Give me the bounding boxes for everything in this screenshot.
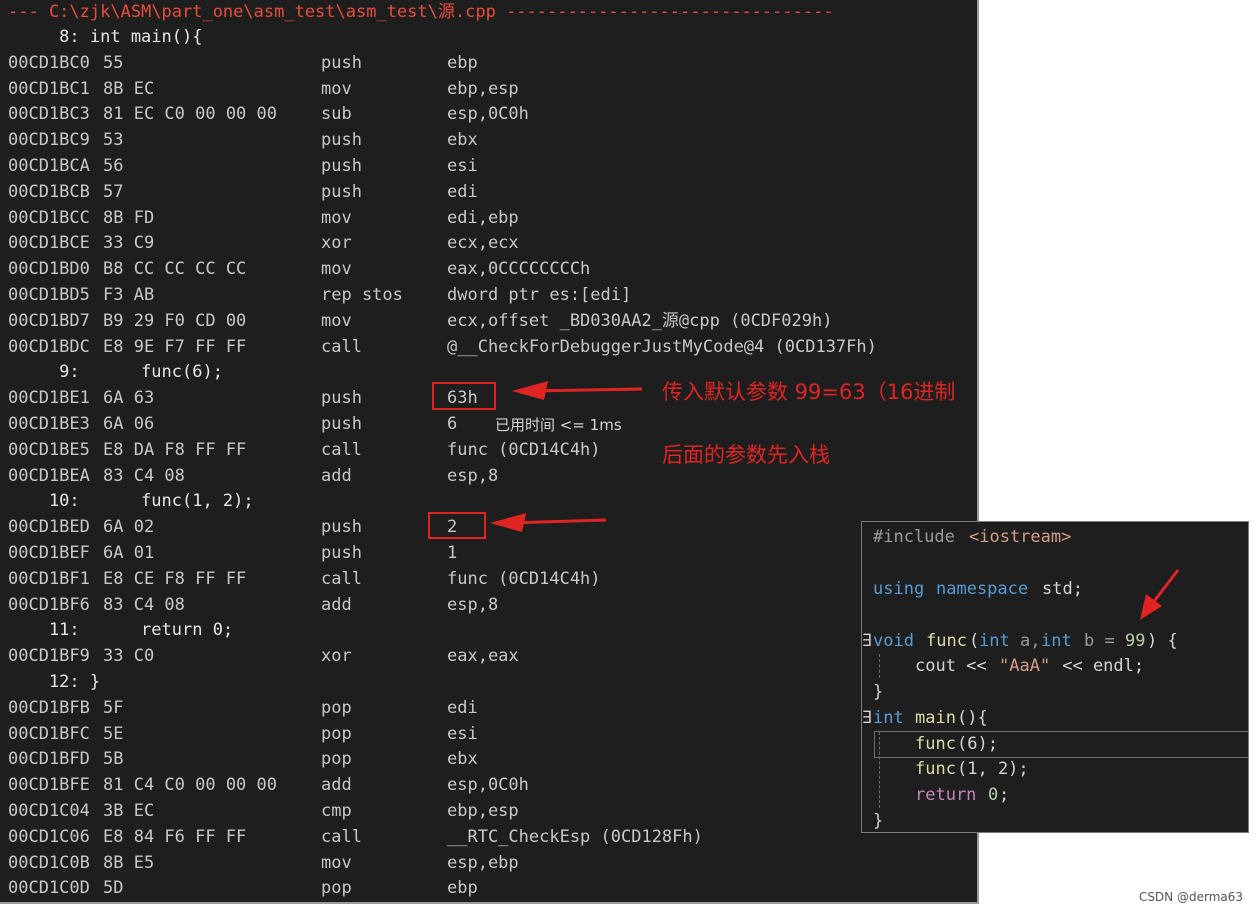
source-code-window: #include <iostream> using namespace std;…	[861, 521, 1249, 833]
code-arrow	[1140, 569, 1180, 620]
watermark: CSDN @derma63	[1138, 890, 1243, 904]
arrow-head-1	[512, 381, 548, 400]
code-arrow-head	[1140, 594, 1162, 620]
arrow-line-1	[529, 387, 643, 393]
code-arrow-line	[1150, 569, 1180, 605]
disassembly-window: --- C:\zjk\ASM\part_one\asm_test\asm_tes…	[0, 0, 979, 904]
annotation-default-param: 传入默认参数 99=63（16进制	[662, 380, 956, 404]
arrow-head-2	[490, 513, 526, 532]
annotation-arrows	[490, 381, 643, 532]
elapsed-time-tip: 已用时间 <= 1ms	[495, 416, 622, 434]
background-area	[979, 0, 1259, 521]
annotation-push-order: 后面的参数先入栈	[662, 443, 830, 467]
